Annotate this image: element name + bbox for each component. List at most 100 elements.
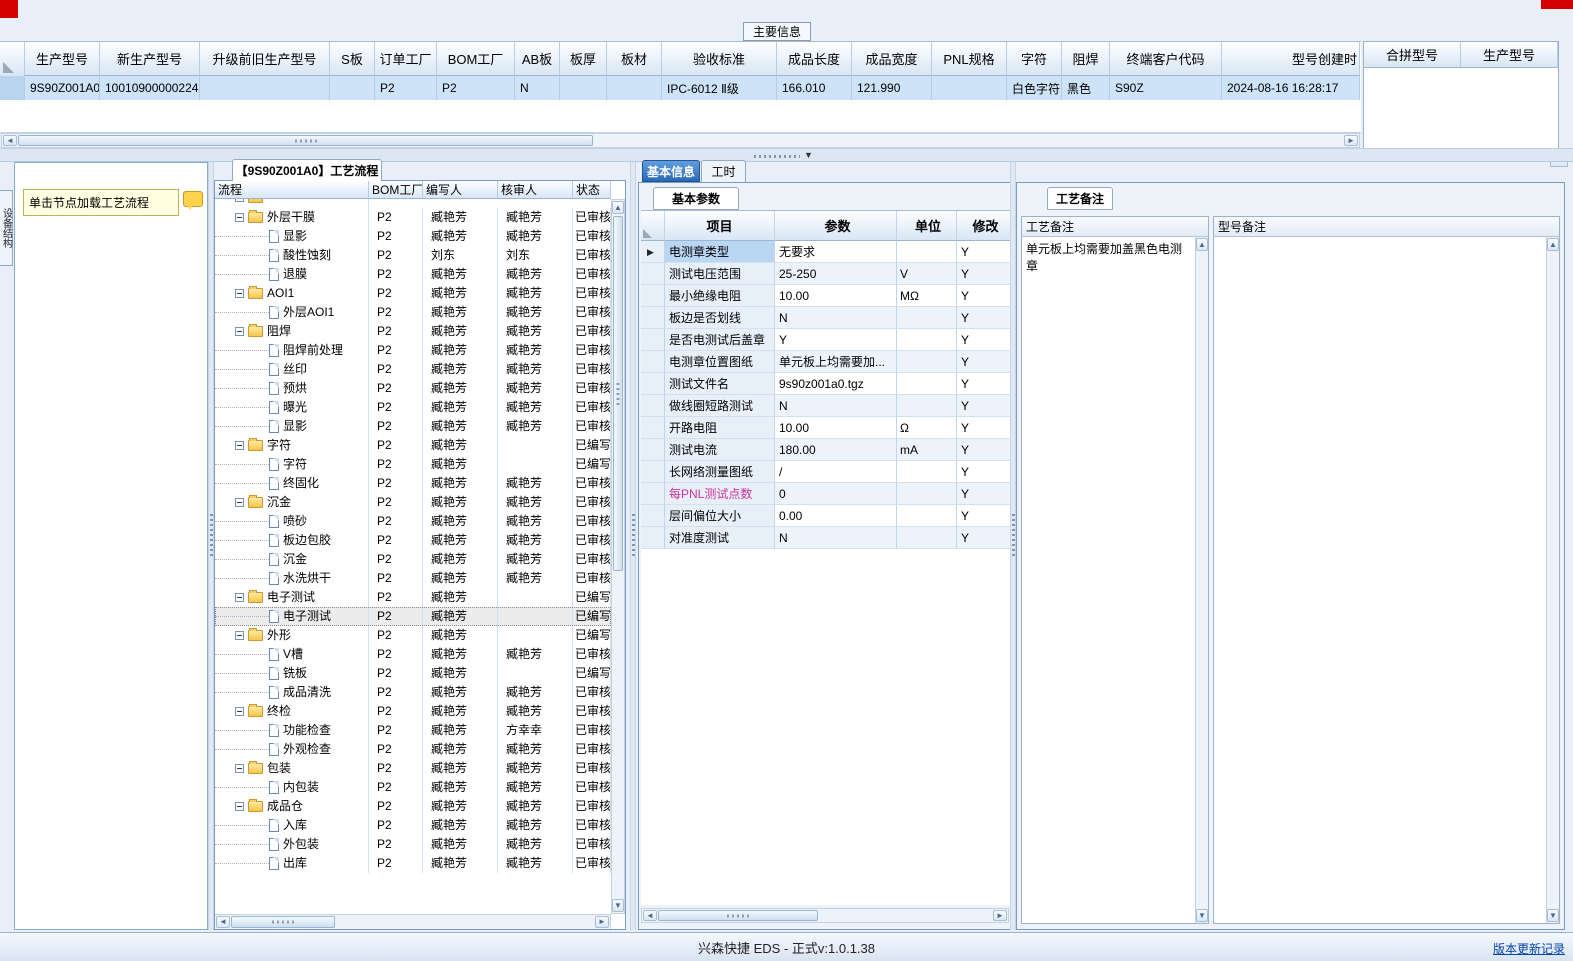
param-row[interactable]: 最小绝缘电阻 10.00 MΩ Y [641,285,1011,307]
tree-expander-icon[interactable] [235,631,244,640]
main-column-header[interactable]: 新生产型号 [100,42,200,76]
tree-row[interactable]: 水洗烘干 P2 臧艳芳 臧艳芳 已审核 [215,569,611,588]
param-row[interactable]: 层间偏位大小 0.00 Y [641,505,1011,527]
tree-row[interactable]: V槽 P2 臧艳芳 臧艳芳 已审核 [215,645,611,664]
params-hscrollbar[interactable]: ◄ ► [641,908,1009,923]
tree-column-header[interactable]: 流程 [215,181,369,199]
tree-row[interactable]: 外观检查 P2 臧艳芳 臧艳芳 已审核 [215,740,611,759]
param-column-header[interactable]: 参数 [775,211,897,241]
tree-row[interactable]: 沉金 P2 臧艳芳 臧艳芳 已审核 [215,550,611,569]
tree-row[interactable]: 出库 P2 臧艳芳 臧艳芳 已审核 [215,854,611,873]
param-value[interactable]: 25-250 [775,263,897,285]
tree-row[interactable]: 板边包胶 P2 臧艳芳 臧艳芳 已审核 [215,531,611,550]
main-column-header[interactable]: 板材 [607,42,662,76]
scroll-right-arrow-icon[interactable]: ► [595,916,609,928]
tree-row[interactable]: 退膜 P2 臧艳芳 臧艳芳 已审核 [215,265,611,284]
scroll-up-arrow-icon[interactable]: ▲ [612,201,624,214]
tree-row[interactable]: 包装 P2 臧艳芳 臧艳芳 已审核 [215,759,611,778]
scroll-up-arrow-icon[interactable]: ▲ [1547,238,1559,251]
param-row[interactable]: 测试电流 180.00 mA Y [641,439,1011,461]
main-column-header[interactable]: PNL规格 [932,42,1007,76]
scroll-down-arrow-icon[interactable]: ▼ [1547,909,1559,922]
param-row[interactable]: 电测章位置图纸 单元板上均需要加... Y [641,351,1011,373]
tree-row[interactable]: 预烘 P2 臧艳芳 臧艳芳 已审核 [215,379,611,398]
tree-row[interactable]: 外层AOI1 P2 臧艳芳 臧艳芳 已审核 [215,303,611,322]
tab-basic-params[interactable]: 基本参数 [653,187,739,210]
main-column-header[interactable]: S板 [330,42,375,76]
main-column-header[interactable]: 字符 [1007,42,1062,76]
scroll-left-arrow-icon[interactable]: ◄ [216,916,230,928]
main-column-header[interactable]: 订单工厂 [375,42,437,76]
param-value[interactable]: 0 [775,483,897,505]
version-history-link[interactable]: 版本更新记录 [1493,940,1565,957]
vertical-splitter-2[interactable] [630,162,636,930]
scroll-down-arrow-icon[interactable]: ▼ [612,899,624,912]
tab-work-hours[interactable]: 工时 [701,160,746,182]
param-value[interactable]: 0.00 [775,505,897,527]
tree-row[interactable]: 外包装 P2 臧艳芳 臧艳芳 已审核 [215,835,611,854]
process-note-content[interactable]: 单元板上均需要加盖黑色电测章 [1022,237,1195,923]
main-column-header[interactable]: 阻焊 [1062,42,1110,76]
tree-row[interactable]: 成品清洗 P2 臧艳芳 臧艳芳 已审核 [215,683,611,702]
param-row[interactable]: ▶ 电测章类型 无要求 Y [641,241,1011,263]
tree-expander-icon[interactable] [235,707,244,716]
tree-column-header[interactable]: BOM工厂 [369,181,423,199]
param-value[interactable]: 无要求 [775,241,897,263]
tree-expander-icon[interactable] [235,593,244,602]
tree-expander-icon[interactable] [235,327,244,336]
main-column-header[interactable]: 成品宽度 [852,42,932,76]
param-value[interactable]: 10.00 [775,285,897,307]
tree-row[interactable]: 字符 P2 臧艳芳 已编写 [215,436,611,455]
param-row[interactable]: 对准度测试 N Y [641,527,1011,549]
tree-row[interactable]: 阻焊 P2 臧艳芳 臧艳芳 已审核 [215,322,611,341]
tree-row[interactable]: 显影 P2 臧艳芳 臧艳芳 已审核 [215,417,611,436]
tab-basic-info[interactable]: 基本信息 [642,160,700,182]
tree-row[interactable]: 终检 P2 臧艳芳 臧艳芳 已审核 [215,702,611,721]
param-column-header[interactable]: 项目 [665,211,775,241]
main-column-header[interactable]: 升级前旧生产型号 [200,42,330,76]
scroll-right-arrow-icon[interactable]: ► [993,910,1007,921]
tree-expander-icon[interactable] [235,213,244,222]
splitter-grip[interactable] [210,514,213,556]
param-value[interactable]: N [775,307,897,329]
tree-row[interactable]: 入库 P2 臧艳芳 臧艳芳 已审核 [215,816,611,835]
scroll-down-arrow-icon[interactable]: ▼ [1196,909,1208,922]
tree-row[interactable]: 字符 P2 臧艳芳 已编写 [215,455,611,474]
scroll-right-arrow-icon[interactable]: ► [1344,135,1358,146]
process-flow-tab[interactable]: 【9S90Z001A0】工艺流程 [232,159,382,181]
param-value[interactable]: N [775,527,897,549]
tree-row[interactable]: 显影 P2 臧艳芳 臧艳芳 已审核 [215,227,611,246]
tree-row[interactable]: 铣板 P2 臧艳芳 已编写 [215,664,611,683]
tree-row[interactable]: 电子测试 P2 臧艳芳 已编写 [215,588,611,607]
param-value[interactable]: 单元板上均需要加... [775,351,897,373]
param-value[interactable]: Y [775,329,897,351]
main-column-header[interactable]: BOM工厂 [437,42,515,76]
splitter-grip[interactable] [632,514,635,556]
main-column-header[interactable]: 成品长度 [777,42,852,76]
tree-row[interactable]: 喷砂 P2 臧艳芳 臧艳芳 已审核 [215,512,611,531]
tree-row[interactable]: AOI1 P2 臧艳芳 臧艳芳 已审核 [215,284,611,303]
tree-row[interactable]: 外形 P2 臧艳芳 已编写 [215,626,611,645]
param-row[interactable]: 每PNL测试点数 0 Y [641,483,1011,505]
main-column-header[interactable]: 验收标准 [662,42,777,76]
param-row[interactable]: 开路电阻 10.00 Ω Y [641,417,1011,439]
tree-row[interactable]: 曝光 P2 臧艳芳 臧艳芳 已审核 [215,398,611,417]
param-value[interactable]: N [775,395,897,417]
param-column-header[interactable]: 修改 [957,211,1011,241]
tree-hscrollbar[interactable]: ◄ ► [215,914,611,929]
tree-row[interactable]: 阻焊前处理 P2 臧艳芳 臧艳芳 已审核 [215,341,611,360]
tree-row[interactable]: 内包装 P2 臧艳芳 臧艳芳 已审核 [215,778,611,797]
splitter-grip[interactable] [754,155,800,158]
param-column-header[interactable]: 单位 [897,211,957,241]
tree-row[interactable]: 成品仓 P2 臧艳芳 臧艳芳 已审核 [215,797,611,816]
scroll-up-arrow-icon[interactable]: ▲ [1196,238,1208,251]
param-value[interactable]: 10.00 [775,417,897,439]
param-row[interactable]: 是否电测试后盖章 Y Y [641,329,1011,351]
tree-row[interactable]: 沉金 P2 臧艳芳 臧艳芳 已审核 [215,493,611,512]
select-all-corner[interactable] [0,42,25,76]
main-column-header[interactable]: 板厚 [560,42,607,76]
param-value[interactable]: 9s90z001a0.tgz [775,373,897,395]
tree-column-header[interactable]: 核审人 [498,181,573,199]
process-note-vscrollbar[interactable]: ▲ ▼ [1195,237,1208,923]
row-selector[interactable] [0,76,25,100]
